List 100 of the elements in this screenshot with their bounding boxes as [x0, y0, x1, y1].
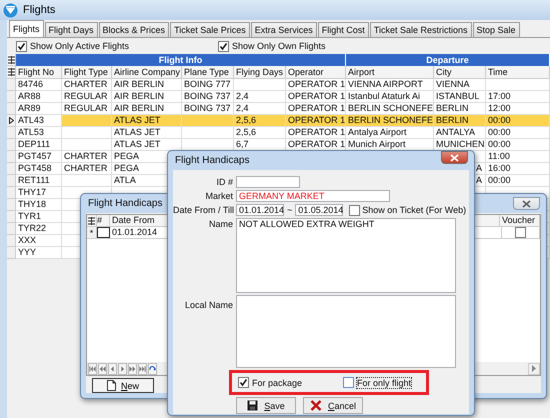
- scroll-right-button[interactable]: [528, 362, 540, 374]
- id-field[interactable]: [236, 176, 300, 188]
- table-cell: ANTALYA: [434, 127, 486, 139]
- checkbox[interactable]: [343, 377, 354, 388]
- tab[interactable]: Flights: [9, 20, 44, 37]
- first-button[interactable]: [88, 362, 97, 374]
- checkbox[interactable]: [515, 227, 526, 238]
- field-label: Name: [208, 218, 233, 230]
- prev-page-icon: [99, 364, 106, 372]
- table-cell: 01.01.2014: [112, 227, 158, 237]
- table-cell: BOING 777: [182, 79, 234, 91]
- table-cell: AR88: [16, 91, 62, 103]
- input-field[interactable]: [97, 227, 110, 238]
- column-chooser-icon[interactable]: [8, 56, 14, 64]
- table-cell: [62, 115, 112, 127]
- next-icon: [119, 364, 126, 372]
- checkbox-label: For package: [252, 378, 302, 388]
- local-name-field[interactable]: [236, 295, 456, 368]
- column-header[interactable]: Airport: [346, 66, 434, 79]
- dialog-title: Flight Handicaps: [88, 198, 162, 209]
- next-page-button[interactable]: [128, 362, 137, 374]
- column-header[interactable]: Plane Type: [182, 66, 234, 79]
- table-cell: RET111: [16, 175, 62, 187]
- tab[interactable]: Extra Services: [250, 22, 317, 37]
- close-icon: [522, 200, 531, 208]
- table-cell: AIR BERLIN: [112, 79, 182, 91]
- prev-button[interactable]: [108, 362, 117, 374]
- refresh-icon: [149, 364, 156, 372]
- date-till-field[interactable]: 01.05.2014: [295, 204, 344, 216]
- checkbox-label: For only flight: [357, 378, 412, 388]
- table-cell: DEP111: [16, 139, 62, 151]
- column-chooser-icon[interactable]: [88, 216, 95, 224]
- tab[interactable]: Ticket Sale Prices: [170, 22, 250, 37]
- table-cell: ATLAS JET: [112, 115, 182, 127]
- tab[interactable]: Flight Cost: [318, 22, 369, 37]
- column-header[interactable]: Operator: [286, 66, 346, 79]
- table-cell: 2,5,6: [234, 115, 286, 127]
- field-label: Market: [204, 190, 233, 202]
- table-cell: OPERATOR 1: [286, 79, 346, 91]
- table-cell: BOING 737: [182, 91, 234, 103]
- right-arrow-icon: [532, 365, 536, 372]
- table-cell: TYR22: [16, 223, 62, 235]
- table-cell: 2,4: [234, 91, 286, 103]
- checkbox[interactable]: [349, 204, 360, 216]
- tab[interactable]: Blocks & Prices: [98, 22, 170, 37]
- table-cell: XXX: [16, 235, 62, 247]
- table-cell: [62, 139, 112, 151]
- column-header[interactable]: Flying Days: [234, 66, 286, 79]
- table-cell: [234, 79, 286, 91]
- table-cell: 11:00: [486, 151, 550, 163]
- column-chooser-icon[interactable]: [8, 68, 14, 76]
- table-cell: PGT457: [16, 151, 62, 163]
- checkbox-label: Show Only Own Flights: [232, 41, 326, 51]
- market-field[interactable]: GERMANY MARKET: [236, 190, 390, 202]
- tab[interactable]: Stop Sale: [472, 22, 520, 37]
- prev-page-button[interactable]: [98, 362, 107, 374]
- close-button[interactable]: [513, 197, 540, 210]
- table-cell: BERLIN: [434, 115, 486, 127]
- table-cell: [486, 79, 550, 91]
- last-button[interactable]: [138, 362, 147, 374]
- tab[interactable]: Flight Days: [44, 22, 98, 37]
- column-header[interactable]: Flight Type: [62, 66, 112, 79]
- table-cell: Antalya Airport: [346, 127, 434, 139]
- next-button[interactable]: [118, 362, 127, 374]
- name-field[interactable]: NOT ALLOWED EXTRA WEIGHT: [236, 218, 456, 293]
- table-cell: REGULAR: [62, 91, 112, 103]
- cancel-button[interactable]: Cancel: [303, 397, 363, 414]
- table-cell: OPERATOR 1: [286, 115, 346, 127]
- refresh-button[interactable]: [148, 362, 157, 374]
- table-cell: YYY: [16, 247, 62, 259]
- table-cell: OPERATOR 1: [286, 127, 346, 139]
- checkbox[interactable]: [16, 40, 27, 52]
- table-cell: BERLIN SCHONEFE: [346, 115, 434, 127]
- new-row-marker: *: [90, 228, 94, 238]
- table-cell: 84746: [16, 79, 62, 91]
- column-header[interactable]: City: [434, 66, 486, 79]
- column-header[interactable]: Airline Company: [112, 66, 182, 79]
- table-cell: 17:00: [486, 91, 550, 103]
- window-title: Flights: [23, 4, 56, 16]
- row-header[interactable]: [7, 115, 16, 127]
- table-cell: OPERATOR 1: [286, 91, 346, 103]
- checkbox[interactable]: [218, 40, 229, 52]
- close-button[interactable]: [441, 151, 468, 164]
- save-button[interactable]: Save: [236, 397, 296, 414]
- band-header: Flight Info: [16, 54, 346, 66]
- last-icon: [139, 364, 146, 372]
- date-from-field[interactable]: 01.01.2014: [236, 204, 284, 216]
- band-header: Departure: [346, 54, 550, 66]
- column-header[interactable]: Time: [486, 66, 550, 79]
- column-header[interactable]: Flight No: [16, 66, 62, 79]
- table-cell: THY17: [16, 187, 62, 199]
- document-icon: [106, 380, 116, 391]
- checkbox[interactable]: [238, 377, 249, 388]
- new-button[interactable]: New: [92, 378, 154, 393]
- table-cell: 16:00: [486, 163, 550, 175]
- table-cell: 2,5,6: [234, 127, 286, 139]
- table-cell: AIR BERLIN: [112, 91, 182, 103]
- field-label: Date From / Till: [173, 204, 233, 216]
- tab[interactable]: Ticket Sale Restrictions: [370, 22, 472, 37]
- table-cell: [62, 127, 112, 139]
